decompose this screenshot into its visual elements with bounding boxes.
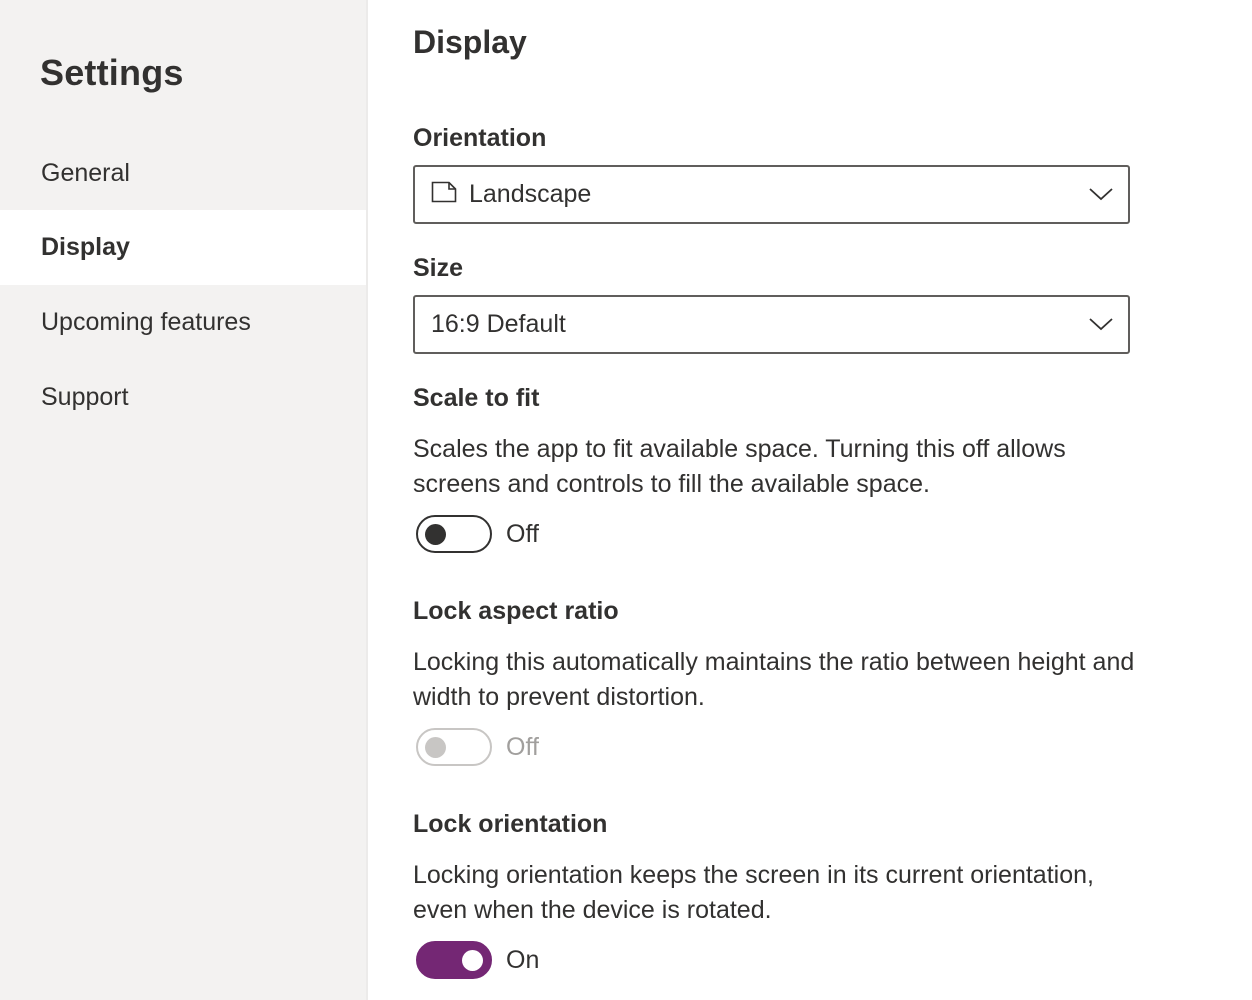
chevron-down-icon — [1089, 318, 1113, 331]
sidebar-item-label: Display — [41, 233, 130, 261]
sidebar-item-general[interactable]: General — [0, 136, 366, 211]
sidebar-item-support[interactable]: Support — [0, 360, 366, 435]
sidebar-item-display[interactable]: Display — [0, 210, 366, 285]
orientation-label: Orientation — [413, 124, 547, 152]
scale-to-fit-toggle-row: Off — [416, 514, 539, 554]
sidebar-item-label: Upcoming features — [41, 308, 251, 336]
page-title: Display — [413, 24, 527, 60]
sidebar-title: Settings — [40, 52, 184, 93]
lock-orientation-state: On — [506, 945, 540, 974]
lock-aspect-ratio-label: Lock aspect ratio — [413, 597, 619, 625]
scale-to-fit-state: Off — [506, 519, 539, 548]
lock-orientation-toggle[interactable] — [416, 941, 492, 979]
scale-to-fit-toggle[interactable] — [416, 515, 492, 553]
chevron-down-icon — [1089, 188, 1113, 201]
sidebar-item-upcoming-features[interactable]: Upcoming features — [0, 285, 366, 360]
settings-window: Settings General Display Upcoming featur… — [0, 0, 1252, 1000]
settings-sidebar: Settings General Display Upcoming featur… — [0, 0, 367, 1000]
lock-aspect-ratio-description: Locking this automatically maintains the… — [413, 648, 1135, 711]
lock-aspect-ratio-state: Off — [506, 732, 539, 761]
orientation-value: Landscape — [469, 180, 592, 208]
scale-to-fit-description: Scales the app to fit available space. T… — [413, 435, 1066, 498]
size-dropdown[interactable]: 16:9 Default — [413, 295, 1130, 354]
page-landscape-icon — [431, 181, 457, 202]
lock-aspect-ratio-toggle-row: Off — [416, 727, 539, 767]
toggle-knob — [425, 524, 446, 545]
lock-aspect-ratio-toggle[interactable] — [416, 728, 492, 766]
scale-to-fit-label: Scale to fit — [413, 384, 540, 412]
size-label: Size — [413, 254, 464, 282]
sidebar-item-label: General — [41, 159, 130, 187]
size-value: 16:9 Default — [431, 310, 566, 338]
toggle-knob — [425, 737, 446, 758]
orientation-dropdown[interactable]: Landscape — [413, 165, 1130, 224]
toggle-knob — [462, 950, 483, 971]
lock-orientation-label: Lock orientation — [413, 810, 608, 838]
sidebar-item-label: Support — [41, 383, 129, 411]
lock-orientation-toggle-row: On — [416, 940, 539, 980]
display-settings-panel: Display Orientation Landscape Size 16:9 … — [368, 0, 1252, 1000]
lock-orientation-description: Locking orientation keeps the screen in … — [413, 861, 1094, 924]
